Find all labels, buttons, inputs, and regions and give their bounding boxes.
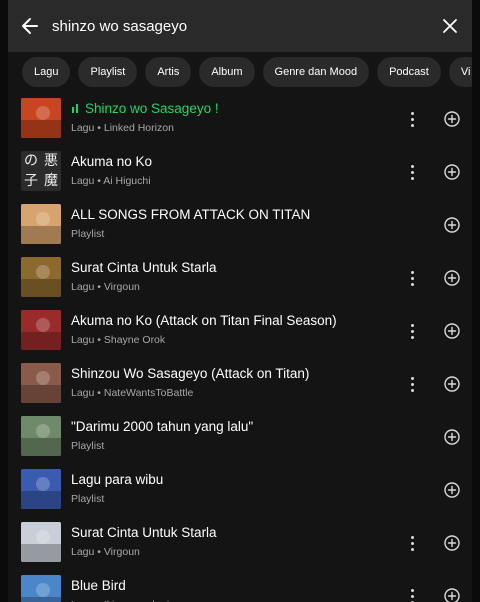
add-circle-icon	[444, 111, 460, 127]
add-circle-icon	[444, 217, 460, 233]
result-subtitle: Lagu • Virgoun	[71, 546, 140, 558]
more-options-button[interactable]	[404, 108, 420, 130]
filter-chip[interactable]: Album	[199, 57, 255, 87]
result-title-text: Lagu para wibu	[71, 472, 164, 487]
result-title-text: Surat Cinta Untuk Starla	[71, 525, 217, 540]
close-icon	[443, 19, 457, 33]
add-circle-icon	[444, 376, 460, 392]
result-title: Lagu para wibu	[71, 472, 163, 487]
result-title-text: Shinzo wo Sasageyo !	[85, 101, 219, 116]
result-subtitle: Lagu • Shayne Orok	[71, 334, 166, 346]
filter-chips: Lagu Playlist Artis Album Genre dan Mood…	[22, 57, 472, 87]
result-title: Akuma no Ko (Attack on Titan Final Seaso…	[71, 313, 337, 328]
result-row[interactable]: Akuma no Ko (Attack on Titan Final Seaso…	[8, 304, 472, 357]
result-subtitle: Lagu • Linked Horizon	[71, 122, 174, 134]
add-circle-icon	[444, 270, 460, 286]
more-options-button[interactable]	[404, 320, 420, 342]
add-button[interactable]	[443, 375, 461, 393]
search-screen: shinzo wo sasageyo Lagu Playlist Artis A…	[8, 0, 472, 602]
result-subtitle: Lagu • NateWantsToBattle	[71, 387, 194, 399]
filter-chip[interactable]: Artis	[145, 57, 192, 87]
result-title: Akuma no Ko	[71, 154, 152, 169]
more-options-button[interactable]	[404, 532, 420, 554]
result-title-text: Shinzou Wo Sasageyo (Attack on Titan)	[71, 366, 310, 381]
add-button[interactable]	[443, 322, 461, 340]
add-button[interactable]	[443, 428, 461, 446]
more-options-button[interactable]	[404, 585, 420, 602]
add-circle-icon	[444, 535, 460, 551]
filter-chip[interactable]: Vi	[448, 57, 472, 87]
result-row[interactable]: Shinzou Wo Sasageyo (Attack on Titan) Lag…	[8, 357, 472, 410]
filter-chip[interactable]: Genre dan Mood	[262, 57, 370, 87]
result-row[interactable]: Shinzo wo Sasageyo ! Lagu • Linked Horizo…	[8, 92, 472, 145]
result-thumbnail: の悪子魔	[21, 151, 61, 191]
add-button[interactable]	[443, 110, 461, 128]
results-list: Shinzo wo Sasageyo ! Lagu • Linked Horizo…	[8, 92, 472, 602]
result-subtitle: Playlist	[71, 493, 105, 505]
result-subtitle: Lagu • Ai Higuchi	[71, 175, 151, 187]
add-circle-icon	[444, 482, 460, 498]
result-title: Surat Cinta Untuk Starla	[71, 525, 217, 540]
add-button[interactable]	[443, 481, 461, 499]
result-title-text: Akuma no Ko	[71, 154, 153, 169]
result-thumbnail	[21, 575, 61, 602]
search-bar: shinzo wo sasageyo	[8, 0, 472, 52]
result-subtitle: Playlist	[71, 440, 105, 452]
add-circle-icon	[444, 164, 460, 180]
more-options-button[interactable]	[404, 373, 420, 395]
result-thumbnail	[21, 363, 61, 403]
result-title: Surat Cinta Untuk Starla	[71, 260, 217, 275]
result-title-text: Akuma no Ko (Attack on Titan Final Seaso…	[71, 313, 337, 328]
clear-search-button[interactable]	[428, 0, 472, 52]
result-row[interactable]: Blue BirdLagu • Ikimonogakari	[8, 569, 472, 602]
result-row[interactable]: Surat Cinta Untuk Starla Lagu • Virgoun	[8, 516, 472, 569]
arrow-left-icon	[22, 18, 38, 34]
result-row[interactable]: Surat Cinta Untuk Starla Lagu • Virgoun	[8, 251, 472, 304]
result-subtitle: Lagu • Virgoun	[71, 281, 140, 293]
result-title: Shinzou Wo Sasageyo (Attack on Titan)	[71, 366, 309, 381]
add-button[interactable]	[443, 587, 461, 602]
add-circle-icon	[444, 323, 460, 339]
add-circle-icon	[444, 588, 460, 602]
result-title-text: "Darimu 2000 tahun yang lalu"	[71, 419, 254, 434]
result-row[interactable]: Lagu para wibu Playlist	[8, 463, 472, 516]
result-row[interactable]: ALL SONGS FROM ATTACK ON TITAN Playlist	[8, 198, 472, 251]
result-thumbnail	[21, 416, 61, 456]
result-thumbnail	[21, 98, 61, 138]
add-button[interactable]	[443, 269, 461, 287]
add-button[interactable]	[443, 216, 461, 234]
result-title-text: Blue Bird	[71, 578, 126, 593]
result-row[interactable]: "Darimu 2000 tahun yang lalu" Playlist	[8, 410, 472, 463]
equalizer-icon	[72, 104, 78, 113]
back-button[interactable]	[8, 0, 52, 52]
result-thumbnail	[21, 257, 61, 297]
result-thumbnail	[21, 522, 61, 562]
more-options-button[interactable]	[404, 267, 420, 289]
result-title: ALL SONGS FROM ATTACK ON TITAN	[71, 207, 310, 222]
result-title: Blue Bird	[71, 578, 126, 593]
filter-chip[interactable]: Lagu	[22, 57, 71, 87]
result-title: "Darimu 2000 tahun yang lalu"	[71, 419, 253, 434]
result-thumbnail	[21, 204, 61, 244]
add-circle-icon	[444, 429, 460, 445]
result-title-text: ALL SONGS FROM ATTACK ON TITAN	[71, 207, 311, 222]
result-row[interactable]: の悪子魔 Akuma no Ko Lagu • Ai Higuchi	[8, 145, 472, 198]
result-subtitle: Playlist	[71, 228, 105, 240]
add-button[interactable]	[443, 534, 461, 552]
result-thumbnail	[21, 469, 61, 509]
search-input[interactable]: shinzo wo sasageyo	[52, 18, 428, 35]
add-button[interactable]	[443, 163, 461, 181]
filter-chip[interactable]: Podcast	[377, 57, 441, 87]
result-title-text: Surat Cinta Untuk Starla	[71, 260, 217, 275]
result-title: Shinzo wo Sasageyo !	[71, 101, 219, 116]
filter-chip[interactable]: Playlist	[78, 57, 138, 87]
result-thumbnail	[21, 310, 61, 350]
more-options-button[interactable]	[404, 161, 420, 183]
